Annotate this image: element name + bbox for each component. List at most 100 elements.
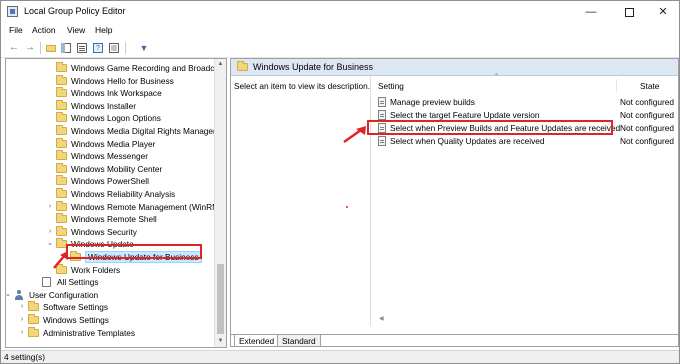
close-button[interactable]: ✕: [645, 1, 680, 23]
details-pane: Windows Update for Business Select an it…: [230, 58, 679, 347]
folder-icon: [56, 150, 67, 161]
minimize-button[interactable]: —: [573, 1, 609, 23]
toolbar: ← → ? ▼: [1, 39, 679, 58]
tree-item[interactable]: Windows Messenger: [6, 150, 214, 162]
horizontal-scroll-left-icon[interactable]: ◀: [379, 315, 387, 325]
chevron-down-icon[interactable]: ⌄: [6, 289, 12, 301]
tab-standard[interactable]: Standard: [277, 335, 321, 347]
policy-setting-label: Select when Quality Updates are received: [390, 136, 545, 146]
console-tree[interactable]: Windows Game Recording and Broadcasting W…: [5, 58, 227, 348]
policy-setting-label: Manage preview builds: [390, 97, 475, 107]
tree-item[interactable]: Windows Installer: [6, 99, 214, 112]
tree-item[interactable]: Windows Mobility Center: [6, 162, 214, 175]
tree-item-label: User Configuration: [29, 289, 99, 300]
tree-item[interactable]: Windows Reliability Analysis: [6, 188, 214, 200]
maximize-button[interactable]: [611, 1, 647, 23]
tree-item-label: All Settings: [57, 277, 99, 288]
folder-icon: [28, 326, 39, 337]
tree-item-label: Administrative Templates: [43, 327, 136, 338]
back-icon[interactable]: ←: [7, 41, 21, 55]
folder-icon: [56, 162, 67, 173]
policy-setting-icon: [378, 97, 386, 107]
tree-item-label: Windows Settings: [43, 315, 109, 325]
tree-item-label: Windows PowerShell: [71, 176, 149, 187]
menu-action[interactable]: Action: [32, 25, 56, 35]
tree-item[interactable]: Work Folders: [6, 263, 214, 276]
folder-icon: [56, 213, 67, 224]
tree-item-label: Windows Ink Workspace: [71, 88, 162, 99]
scroll-down-icon[interactable]: ▼: [215, 336, 226, 347]
description-text: Select an item to view its description.: [234, 81, 371, 91]
tree-item[interactable]: › Administrative Templates: [6, 326, 214, 339]
menu-help[interactable]: Help: [95, 25, 112, 35]
tree-vertical-scrollbar[interactable]: ▲ ▼: [214, 59, 226, 347]
toolbar-separator: [125, 42, 126, 54]
menu-view[interactable]: View: [67, 25, 85, 35]
gpedit-window: Local Group Policy Editor — ✕ File Actio…: [0, 0, 680, 364]
view-tabs: Extended Standard: [231, 334, 678, 347]
tree-item[interactable]: Windows Media Player: [6, 137, 214, 150]
policy-setting-icon: [378, 110, 386, 120]
tree-item-label: Software Settings: [43, 302, 109, 313]
column-header-setting[interactable]: Setting: [378, 79, 404, 93]
tree-item-label: Windows Game Recording and Broadcasting: [71, 63, 227, 73]
gpedit-app-icon: [7, 6, 18, 17]
chevron-right-icon[interactable]: ›: [46, 201, 54, 213]
tree-item-label: Windows Reliability Analysis: [71, 189, 176, 199]
column-header-state[interactable]: State: [640, 79, 659, 93]
folder-up-icon[interactable]: [44, 41, 58, 55]
status-bar: 4 setting(s): [1, 350, 679, 363]
tree-item-label: Windows Mobility Center: [71, 163, 163, 174]
column-divider[interactable]: [616, 79, 617, 93]
tree-item-label: Windows Messenger: [71, 151, 149, 162]
tree-item[interactable]: ⌄ User Configuration: [6, 289, 214, 301]
folder-icon: [28, 301, 39, 312]
chevron-right-icon[interactable]: ›: [18, 314, 26, 326]
forward-icon[interactable]: →: [23, 41, 37, 55]
title-bar: Local Group Policy Editor — ✕: [1, 1, 679, 23]
settings-list-icon: [42, 277, 51, 288]
policy-setting-state: Not configured: [620, 97, 674, 107]
tree-item[interactable]: › Windows Settings: [6, 314, 214, 326]
folder-icon: [237, 61, 248, 71]
folder-icon: [56, 200, 67, 211]
show-hide-tree-icon[interactable]: [59, 41, 73, 55]
tree-item[interactable]: Windows Hello for Business: [6, 74, 214, 87]
tree-item-label: Work Folders: [71, 264, 121, 275]
menu-file[interactable]: File: [9, 25, 23, 35]
tree-scroll-thumb[interactable]: [217, 264, 224, 334]
tree-item-label: Windows Media Digital Rights Management: [71, 126, 227, 136]
tree-item-label: Windows Remote Management (WinRM): [71, 201, 222, 212]
folder-icon: [28, 314, 39, 324]
tree-item[interactable]: › Windows Remote Management (WinRM): [6, 200, 222, 213]
folder-icon: [56, 99, 67, 110]
folder-icon: [56, 175, 67, 186]
properties-icon[interactable]: [107, 41, 121, 55]
folder-icon: [56, 225, 67, 236]
chevron-right-icon[interactable]: ›: [18, 327, 26, 339]
export-list-icon[interactable]: [75, 41, 89, 55]
chevron-right-icon[interactable]: ›: [18, 301, 26, 313]
tab-extended[interactable]: Extended: [234, 335, 280, 347]
window-title: Local Group Policy Editor: [24, 6, 126, 16]
tree-item[interactable]: › Windows Security: [6, 225, 214, 238]
filter-icon[interactable]: ▼: [137, 41, 151, 55]
annotation-dot: [346, 206, 348, 208]
folder-icon: [56, 62, 67, 72]
tree-item[interactable]: All Settings: [6, 276, 214, 288]
chevron-right-icon[interactable]: ›: [46, 226, 54, 238]
tree-item[interactable]: Windows Game Recording and Broadcasting: [6, 62, 226, 74]
tree-item[interactable]: › Software Settings: [6, 301, 214, 313]
folder-icon: [56, 112, 67, 123]
scroll-up-icon[interactable]: ▲: [215, 59, 226, 70]
tree-item[interactable]: Windows Logon Options: [6, 112, 214, 124]
annotation-highlight-setting: [367, 120, 613, 135]
tree-item[interactable]: Windows Ink Workspace: [6, 87, 214, 99]
tree-item[interactable]: Windows Remote Shell: [6, 213, 214, 225]
tree-item[interactable]: Windows PowerShell: [6, 175, 214, 187]
user-icon: [14, 289, 24, 300]
folder-icon: [56, 137, 67, 148]
tree-item[interactable]: Windows Media Digital Rights Management: [6, 125, 226, 137]
tree-item-label: Windows Remote Shell: [71, 214, 157, 225]
help-icon[interactable]: ?: [91, 41, 105, 55]
